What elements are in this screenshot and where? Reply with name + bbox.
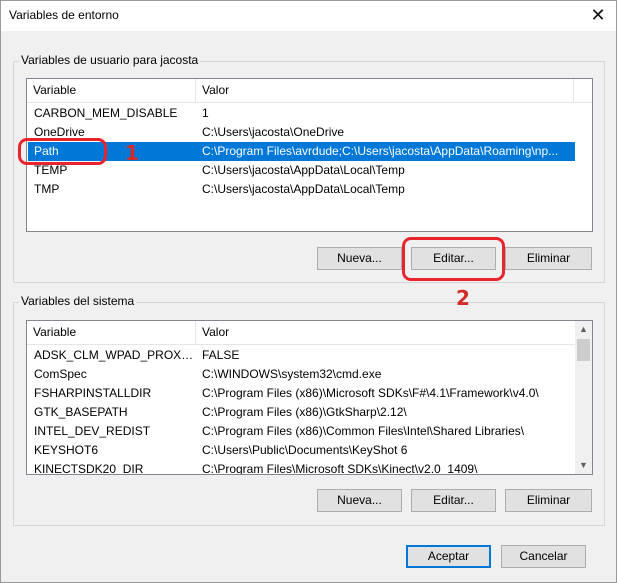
title-bar: Variables de entorno ✕	[1, 1, 616, 31]
variable-name: TMP	[34, 182, 60, 196]
column-header-valor[interactable]: Valor	[196, 79, 574, 102]
user-new-button[interactable]: Nueva...	[317, 247, 402, 270]
system-variables-label: Variables del sistema	[19, 294, 137, 308]
list-item[interactable]: TEMP C:\Users\jacosta\AppData\Local\Temp	[28, 161, 575, 180]
variable-value: C:\Users\jacosta\AppData\Local\Temp	[202, 163, 405, 177]
user-variables-label: Variables de usuario para jacosta	[19, 53, 201, 67]
annotation-number-2: 2	[456, 286, 470, 310]
user-list-header: Variable Valor	[27, 79, 592, 103]
variable-name: KINECTSDK20_DIR	[34, 462, 144, 475]
variable-value: C:\Users\jacosta\OneDrive	[202, 125, 345, 139]
user-variables-list[interactable]: Variable Valor CARBON_MEM_DISABLE 1 OneD…	[26, 78, 593, 232]
list-item[interactable]: INTEL_DEV_REDIST C:\Program Files (x86)\…	[28, 422, 575, 441]
environment-variables-dialog: Variables de entorno ✕ Variables de usua…	[0, 0, 617, 583]
variable-name: FSHARPINSTALLDIR	[34, 386, 152, 400]
column-header-variable[interactable]: Variable	[27, 79, 196, 102]
list-item[interactable]: KEYSHOT6 C:\Users\Public\Documents\KeySh…	[28, 441, 575, 460]
system-list-scrollbar[interactable]: ▲ ▼	[575, 321, 592, 474]
scroll-up-icon[interactable]: ▲	[575, 321, 592, 338]
variable-value: C:\Program Files (x86)\Microsoft SDKs\F#…	[202, 386, 539, 400]
variable-name: KEYSHOT6	[34, 443, 99, 457]
close-icon[interactable]: ✕	[586, 4, 610, 26]
list-item[interactable]: GTK_BASEPATH C:\Program Files (x86)\GtkS…	[28, 403, 575, 422]
variable-value: C:\Program Files\Microsoft SDKs\Kinect\v…	[202, 462, 478, 475]
list-item-selected[interactable]: Path C:\Program Files\avrdude;C:\Users\j…	[28, 142, 575, 161]
variable-name: CARBON_MEM_DISABLE	[34, 106, 178, 120]
variable-value: C:\WINDOWS\system32\cmd.exe	[202, 367, 382, 381]
list-item[interactable]: ADSK_CLM_WPAD_PROXY_... FALSE	[28, 346, 575, 365]
list-item[interactable]: KINECTSDK20_DIR C:\Program Files\Microso…	[28, 460, 575, 475]
system-edit-button[interactable]: Editar...	[411, 489, 496, 512]
user-delete-button[interactable]: Eliminar	[505, 247, 592, 270]
cancel-button[interactable]: Cancelar	[501, 545, 586, 568]
system-variables-list[interactable]: Variable Valor ADSK_CLM_WPAD_PROXY_... F…	[26, 320, 593, 475]
scroll-thumb[interactable]	[577, 339, 590, 361]
variable-name: GTK_BASEPATH	[34, 405, 128, 419]
window-title: Variables de entorno	[9, 8, 119, 22]
annotation-highlight-path	[18, 138, 107, 165]
system-new-button[interactable]: Nueva...	[317, 489, 402, 512]
variable-value: C:\Users\Public\Documents\KeyShot 6	[202, 443, 408, 457]
variable-name: INTEL_DEV_REDIST	[34, 424, 151, 438]
list-item[interactable]: TMP C:\Users\jacosta\AppData\Local\Temp	[28, 180, 575, 199]
annotation-highlight-edit	[402, 237, 505, 281]
accept-button[interactable]: Aceptar	[406, 545, 491, 568]
variable-value: 1	[202, 106, 209, 120]
variable-name: ComSpec	[34, 367, 87, 381]
variable-value: C:\Program Files\avrdude;C:\Users\jacost…	[202, 144, 559, 158]
column-header-variable[interactable]: Variable	[27, 321, 196, 344]
variable-value: FALSE	[202, 348, 240, 362]
list-item[interactable]: CARBON_MEM_DISABLE 1	[28, 104, 575, 123]
system-delete-button[interactable]: Eliminar	[505, 489, 592, 512]
variable-value: C:\Program Files (x86)\GtkSharp\2.12\	[202, 405, 407, 419]
annotation-number-1: 1	[125, 141, 139, 165]
variable-value: C:\Users\jacosta\AppData\Local\Temp	[202, 182, 405, 196]
column-header-valor[interactable]: Valor	[196, 321, 576, 344]
list-item[interactable]: ComSpec C:\WINDOWS\system32\cmd.exe	[28, 365, 575, 384]
system-list-header: Variable Valor	[27, 321, 575, 345]
list-item[interactable]: FSHARPINSTALLDIR C:\Program Files (x86)\…	[28, 384, 575, 403]
variable-name: ADSK_CLM_WPAD_PROXY_...	[34, 348, 194, 362]
list-item[interactable]: OneDrive C:\Users\jacosta\OneDrive	[28, 123, 575, 142]
variable-value: C:\Program Files (x86)\Common Files\Inte…	[202, 424, 525, 438]
scroll-down-icon[interactable]: ▼	[575, 457, 592, 474]
